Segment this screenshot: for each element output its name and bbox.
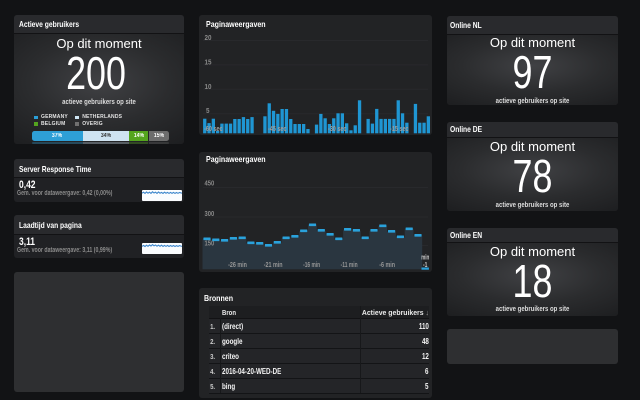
svg-text:-60 sec: -60 sec [204,126,223,133]
svg-text:300: 300 [205,211,215,218]
svg-text:-21 min: -21 min [264,262,283,269]
svg-text:-6 min: -6 min [379,262,395,269]
svg-text:-15 sec: -15 sec [390,126,409,133]
svg-text:-30 sec: -30 sec [328,126,347,133]
svg-text:150: 150 [205,240,215,247]
svg-text:-1: -1 [423,262,428,269]
svg-text:min: min [421,254,429,261]
svg-text:-16 min: -16 min [303,262,320,269]
svg-text:-11 min: -11 min [341,262,358,269]
svg-text:15: 15 [205,59,212,66]
svg-text:450: 450 [205,180,215,187]
svg-text:10: 10 [205,84,212,91]
svg-text:-45 sec: -45 sec [268,126,287,133]
svg-text:20: 20 [205,35,212,42]
svg-text:-26 min: -26 min [228,262,247,269]
svg-text:5: 5 [206,108,210,115]
